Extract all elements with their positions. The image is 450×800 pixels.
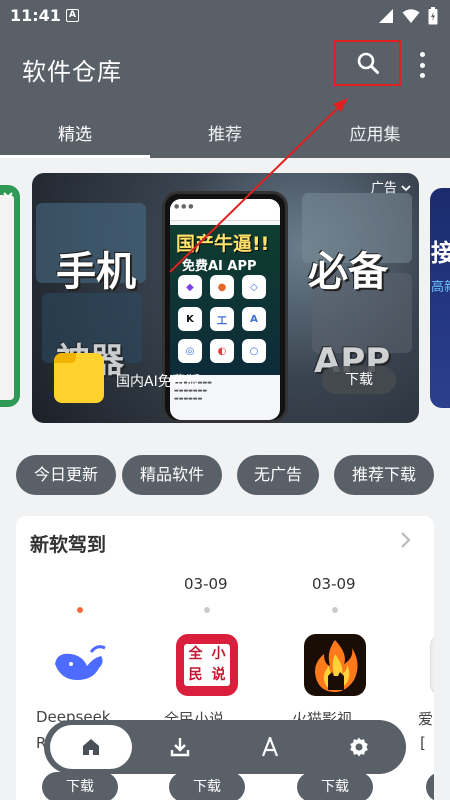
download-button[interactable]: 下载 — [426, 772, 434, 800]
fire-cat-icon — [315, 640, 358, 692]
timeline-dot — [332, 607, 338, 613]
timeline-dot — [204, 607, 210, 613]
chip-no-ads[interactable]: 无广告 — [237, 455, 319, 495]
banner-prev-peek[interactable] — [0, 185, 20, 407]
date-label: 03-09 — [312, 575, 356, 593]
status-time: 11:41 — [10, 6, 61, 25]
tab-jingxuan[interactable]: 精选 — [0, 120, 150, 145]
download-button[interactable]: 下载 — [42, 772, 118, 800]
search-icon — [357, 52, 379, 74]
banner-next-peek-sub: 高新 — [431, 280, 450, 295]
book-icon: 全小民说 — [184, 644, 230, 686]
chevron-right-icon[interactable] — [398, 530, 414, 550]
compass-icon — [261, 737, 279, 757]
app-name-line2: [ — [420, 734, 426, 752]
chip-recommended-downloads[interactable]: 推荐下载 — [334, 455, 434, 495]
banner-headline-right: 必备 — [308, 249, 388, 295]
tab-tuijian[interactable]: 推荐 — [150, 120, 300, 145]
app-header: 软件仓库 精选 推荐 应用集 — [0, 32, 450, 158]
more-options-button[interactable] — [414, 52, 430, 78]
banner-headline-left: 手机 — [56, 249, 136, 295]
app-icon-firecat[interactable] — [304, 634, 366, 696]
folder-icon — [54, 353, 104, 403]
phone-subtitle: 免费AI APP — [182, 259, 257, 274]
partial-app-icon[interactable] — [430, 634, 434, 696]
tab-yingyongji[interactable]: 应用集 — [300, 120, 450, 145]
download-button[interactable]: 下载 — [169, 772, 245, 800]
timeline-dot-active — [77, 607, 83, 613]
phone-app-grid: ◆ ● ◇ K工A ◎ ◐ ○ — [178, 275, 274, 363]
app-name: 爱 — [418, 710, 434, 728]
signal-icon — [379, 9, 393, 23]
page-title: 软件仓库 — [22, 58, 122, 86]
chevron-down-icon — [3, 192, 13, 199]
wifi-icon — [402, 9, 420, 23]
app-icon-deepseek[interactable] — [49, 634, 111, 696]
whale-icon — [55, 645, 106, 680]
home-icon — [83, 739, 99, 755]
app-icon-novel[interactable]: 全小民说 — [176, 634, 238, 696]
nav-settings-button[interactable] — [318, 725, 400, 769]
battery-icon — [428, 7, 438, 25]
ad-label-button[interactable]: 广告 — [371, 177, 411, 196]
tab-indicator — [0, 155, 150, 158]
banner-next-peek-title: 接 — [431, 239, 450, 267]
more-vertical-icon — [419, 52, 425, 57]
nav-apps-button[interactable] — [229, 725, 311, 769]
chip-premium-software[interactable]: 精品软件 — [122, 455, 222, 495]
banner-main[interactable]: 手机 必备 神器 APP ● ● ● 国产牛逼!! 免费AI APP ◆●◇ K… — [32, 173, 419, 423]
chip-today-updates[interactable]: 今日更新 — [16, 455, 116, 495]
nav-download-button[interactable] — [139, 725, 221, 769]
search-button[interactable] — [334, 40, 401, 86]
notification-icon: A — [66, 9, 79, 22]
download-icon — [170, 738, 190, 757]
status-bar: 11:41 A — [0, 0, 450, 32]
section-title: 新软驾到 — [30, 534, 107, 556]
status-icons — [378, 7, 438, 25]
banner-app-name: 国内AI免费版 — [116, 374, 200, 390]
chevron-down-icon — [401, 185, 411, 192]
download-button[interactable]: 下载 — [297, 772, 373, 800]
banner-next-peek[interactable]: 接 高新 — [430, 188, 450, 408]
nav-home-button[interactable] — [50, 725, 132, 769]
date-label: 03-09 — [184, 575, 228, 593]
gear-icon — [350, 737, 368, 757]
banner-download-button[interactable]: 下载 — [322, 366, 396, 394]
bottom-nav — [44, 720, 406, 774]
phone-title: 国产牛逼!! — [176, 233, 270, 255]
